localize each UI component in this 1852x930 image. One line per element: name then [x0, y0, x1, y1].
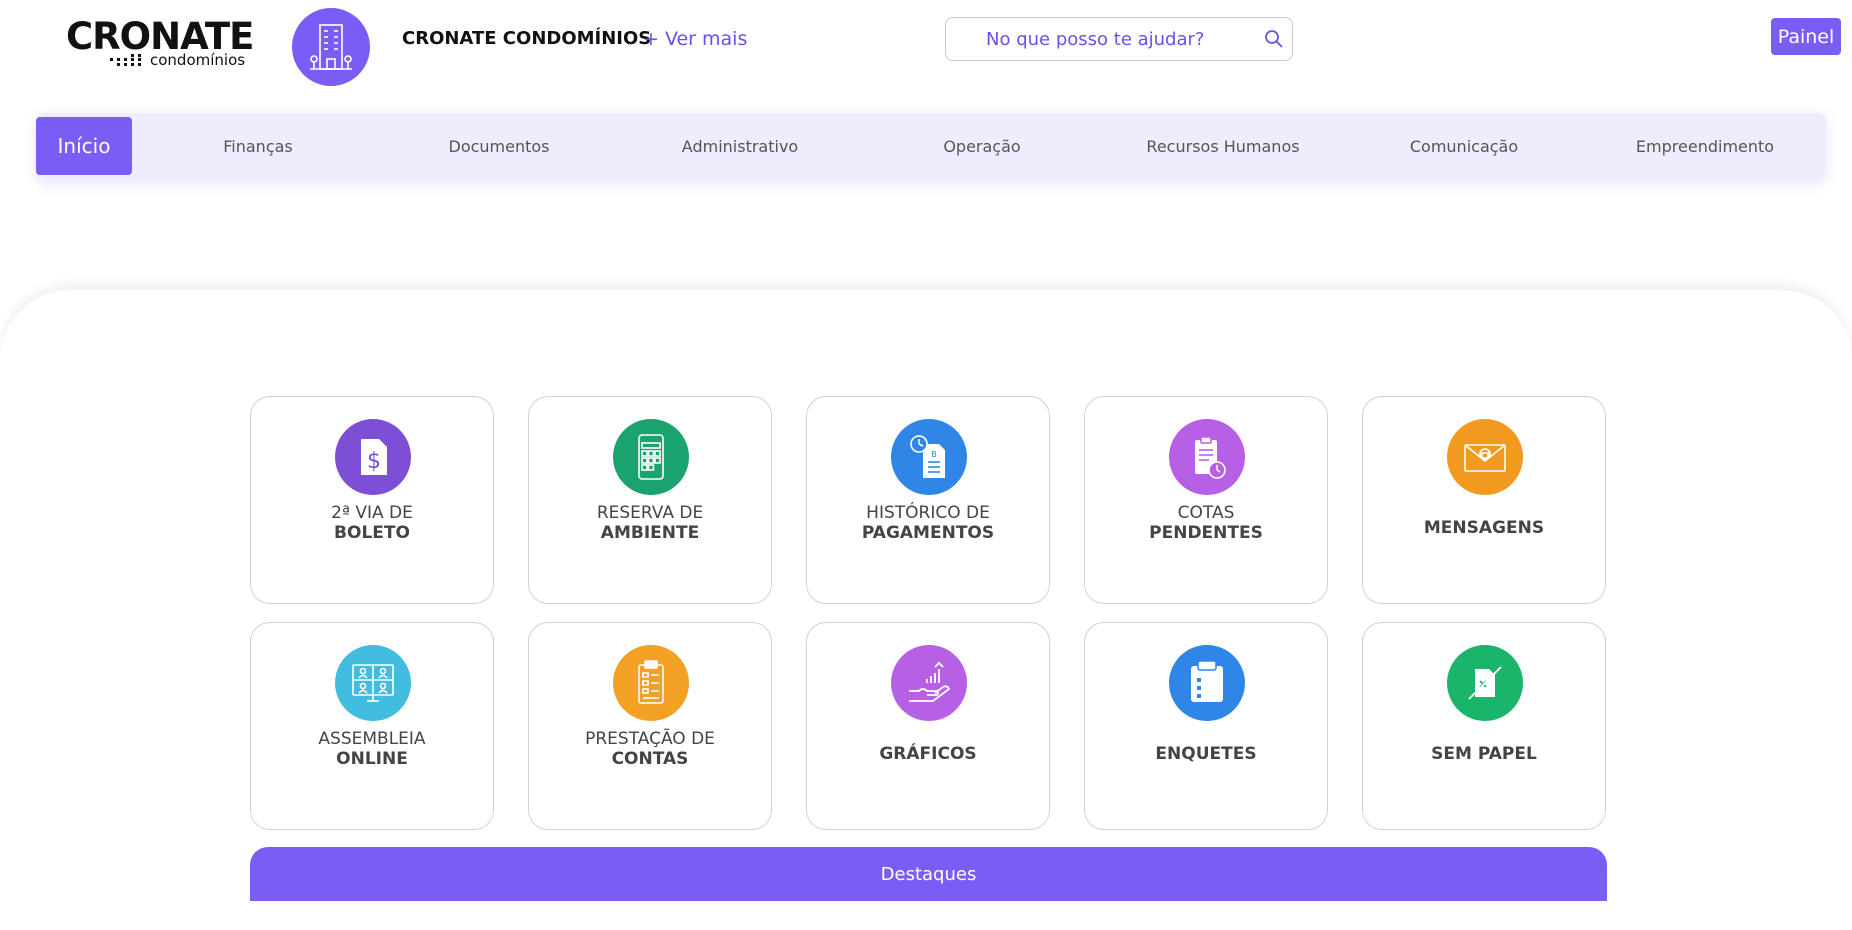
card-label-line2: CONTAS: [611, 749, 689, 769]
card-label-line1: PRESTAÇÃO DE: [585, 729, 715, 749]
card-reserva-ambiente[interactable]: RESERVA DE AMBIENTE: [528, 396, 772, 604]
card-graficos[interactable]: GRÁFICOS: [806, 622, 1050, 830]
card-label-line2: PAGAMENTOS: [861, 523, 995, 543]
video-meeting-icon: [335, 645, 411, 721]
accounting-clipboard-icon: [613, 645, 689, 721]
boleto-icon: $: [335, 419, 411, 495]
building-icon: [310, 24, 352, 70]
envelope-icon: [1447, 419, 1523, 495]
nav-item-empreendimento[interactable]: Empreendimento: [1636, 113, 1774, 179]
painel-button[interactable]: Painel: [1771, 18, 1841, 55]
card-enquetes[interactable]: ENQUETES: [1084, 622, 1328, 830]
logo-subtitle: condomínios: [150, 51, 246, 69]
nav-item-operacao[interactable]: Operação: [943, 113, 1020, 179]
destaques-bar[interactable]: Destaques: [250, 847, 1607, 901]
cronate-logo[interactable]: CRONATE condomínios: [66, 18, 254, 70]
card-segunda-via-boleto[interactable]: $ 2ª VIA DE BOLETO: [250, 396, 494, 604]
card-label-line2: BOLETO: [334, 523, 410, 543]
chart-hand-icon: [891, 645, 967, 721]
card-mensagens[interactable]: MENSAGENS: [1362, 396, 1606, 604]
calendar-tablet-icon: [613, 419, 689, 495]
card-label-line1: ASSEMBLEIA: [318, 729, 426, 749]
card-label-line1: RESERVA DE: [596, 503, 704, 523]
no-paper-icon: [1447, 645, 1523, 721]
nav-item-inicio[interactable]: Início: [36, 117, 132, 175]
clipboard-clock-icon: [1169, 419, 1245, 495]
card-historico-pagamentos[interactable]: B HISTÓRICO DE PAGAMENTOS: [806, 396, 1050, 604]
nav-item-financas[interactable]: Finanças: [223, 113, 293, 179]
search-input[interactable]: [946, 18, 1246, 60]
card-label-line1: COTAS: [1177, 503, 1235, 523]
card-label: ENQUETES: [1155, 744, 1257, 764]
card-cotas-pendentes[interactable]: COTAS PENDENTES: [1084, 396, 1328, 604]
ver-mais-link[interactable]: + Ver mais: [643, 28, 747, 50]
search-box[interactable]: [945, 17, 1293, 61]
condo-avatar[interactable]: [292, 8, 370, 86]
card-label-line2: ONLINE: [336, 749, 408, 769]
card-label: SEM PAPEL: [1431, 744, 1537, 764]
search-icon[interactable]: [1264, 29, 1284, 49]
poll-clipboard-icon: [1169, 645, 1245, 721]
payment-history-icon: B: [891, 419, 967, 495]
nav-item-comunicacao[interactable]: Comunicação: [1410, 113, 1518, 179]
card-label: MENSAGENS: [1423, 518, 1545, 538]
nav-item-recursos-humanos[interactable]: Recursos Humanos: [1146, 113, 1299, 179]
svg-text:$: $: [367, 449, 381, 474]
card-label-line2: PENDENTES: [1149, 523, 1263, 543]
content-panel: [0, 290, 1852, 930]
main-nav: Início Finanças Documentos Administrativ…: [36, 113, 1826, 179]
card-assembleia-online[interactable]: ASSEMBLEIA ONLINE: [250, 622, 494, 830]
card-label: GRÁFICOS: [879, 744, 977, 764]
card-label-line2: AMBIENTE: [600, 523, 700, 543]
card-prestacao-contas[interactable]: PRESTAÇÃO DE CONTAS: [528, 622, 772, 830]
card-sem-papel[interactable]: SEM PAPEL: [1362, 622, 1606, 830]
condo-name: CRONATE CONDOMÍNIOS: [402, 28, 652, 49]
card-label-line1: HISTÓRICO DE: [866, 503, 990, 523]
card-label-line1: 2ª VIA DE: [331, 503, 413, 523]
svg-text:B: B: [931, 450, 937, 459]
nav-item-administrativo[interactable]: Administrativo: [682, 113, 798, 179]
nav-item-documentos[interactable]: Documentos: [448, 113, 549, 179]
logo-dots-icon: [110, 54, 141, 66]
